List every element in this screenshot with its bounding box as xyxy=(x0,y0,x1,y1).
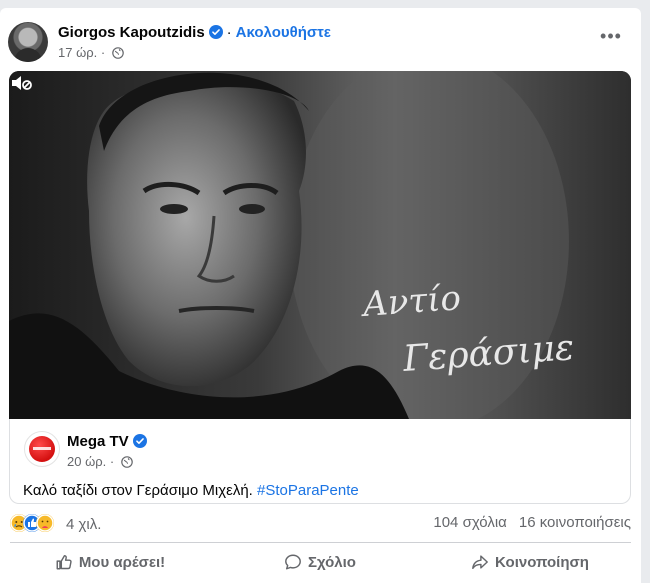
separator-dot: · xyxy=(226,24,232,41)
verified-badge-icon xyxy=(208,25,223,39)
follow-button[interactable]: Ακολουθήστε xyxy=(236,24,331,41)
mute-icon[interactable] xyxy=(9,71,33,95)
like-label: Μου αρέσει! xyxy=(78,554,166,571)
reaction-icons[interactable]: 4 χιλ. xyxy=(10,514,101,533)
meta-separator: · xyxy=(106,454,118,469)
share-icon xyxy=(472,555,488,570)
mega-tv-logo[interactable] xyxy=(24,431,60,467)
actions-divider xyxy=(10,542,631,543)
post-actions: Μου αρέσει! Σχόλιο Κοινοποίηση xyxy=(10,545,631,581)
post-time[interactable]: 17 ώρ. xyxy=(58,45,97,60)
post-card: Giorgos Kapoutzidis · Ακολουθήστε 17 ώρ. ·… xyxy=(0,8,641,583)
hashtag-link[interactable]: #StoParaPente xyxy=(257,482,359,499)
comment-button[interactable]: Σχόλιο xyxy=(220,545,420,581)
shared-post-meta: 20 ώρ. · xyxy=(67,454,133,470)
engagement-stats: 104 σχόλια 16 κοινοποιήσεις xyxy=(433,512,631,534)
shared-post-time[interactable]: 20 ώρ. xyxy=(67,454,106,469)
shared-page-name[interactable]: Mega TV xyxy=(67,433,129,450)
globe-icon xyxy=(111,47,124,59)
more-options-button[interactable]: ••• xyxy=(599,27,623,48)
author-avatar[interactable] xyxy=(8,22,48,62)
share-button[interactable]: Κοινοποίηση xyxy=(430,545,630,581)
share-label: Κοινοποίηση xyxy=(495,554,589,571)
comments-count[interactable]: 104 σχόλια xyxy=(433,514,506,531)
verified-badge-icon xyxy=(132,434,147,448)
meta-separator: · xyxy=(97,45,109,60)
comment-icon xyxy=(285,554,301,570)
globe-icon xyxy=(120,456,133,468)
shares-count[interactable]: 16 κοινοποιήσεις xyxy=(519,514,631,531)
overlay-text-line1: Αντίο xyxy=(359,278,462,325)
thumbs-up-icon xyxy=(56,554,72,570)
video-media[interactable]: Αντίο Γεράσιμε xyxy=(9,71,631,419)
like-button[interactable]: Μου αρέσει! xyxy=(10,545,210,581)
author-row: Giorgos Kapoutzidis · Ακολουθήστε xyxy=(58,23,331,43)
post-stats: 4 χιλ. 104 σχόλια 16 κοινοποιήσεις xyxy=(10,512,631,534)
post-header: Giorgos Kapoutzidis · Ακολουθήστε 17 ώρ. ·… xyxy=(8,22,633,66)
post-meta: 17 ώρ. · xyxy=(58,45,124,61)
shared-post-text: Καλό ταξίδι στον Γεράσιμο Μιχελή. #StoPa… xyxy=(23,481,359,501)
author-name[interactable]: Giorgos Kapoutzidis xyxy=(58,24,205,41)
comment-label: Σχόλιο xyxy=(308,554,356,571)
reactions-count[interactable]: 4 χιλ. xyxy=(66,514,101,536)
care-reaction-icon xyxy=(36,514,54,532)
shared-page-row: Mega TV xyxy=(67,432,147,452)
shared-caption: Καλό ταξίδι στον Γεράσιμο Μιχελή. xyxy=(23,482,258,499)
shared-post[interactable]: Mega TV 20 ώρ. · Καλό ταξίδι στον Γεράσι… xyxy=(9,419,631,504)
video-frame: Αντίο Γεράσιμε xyxy=(9,71,631,419)
